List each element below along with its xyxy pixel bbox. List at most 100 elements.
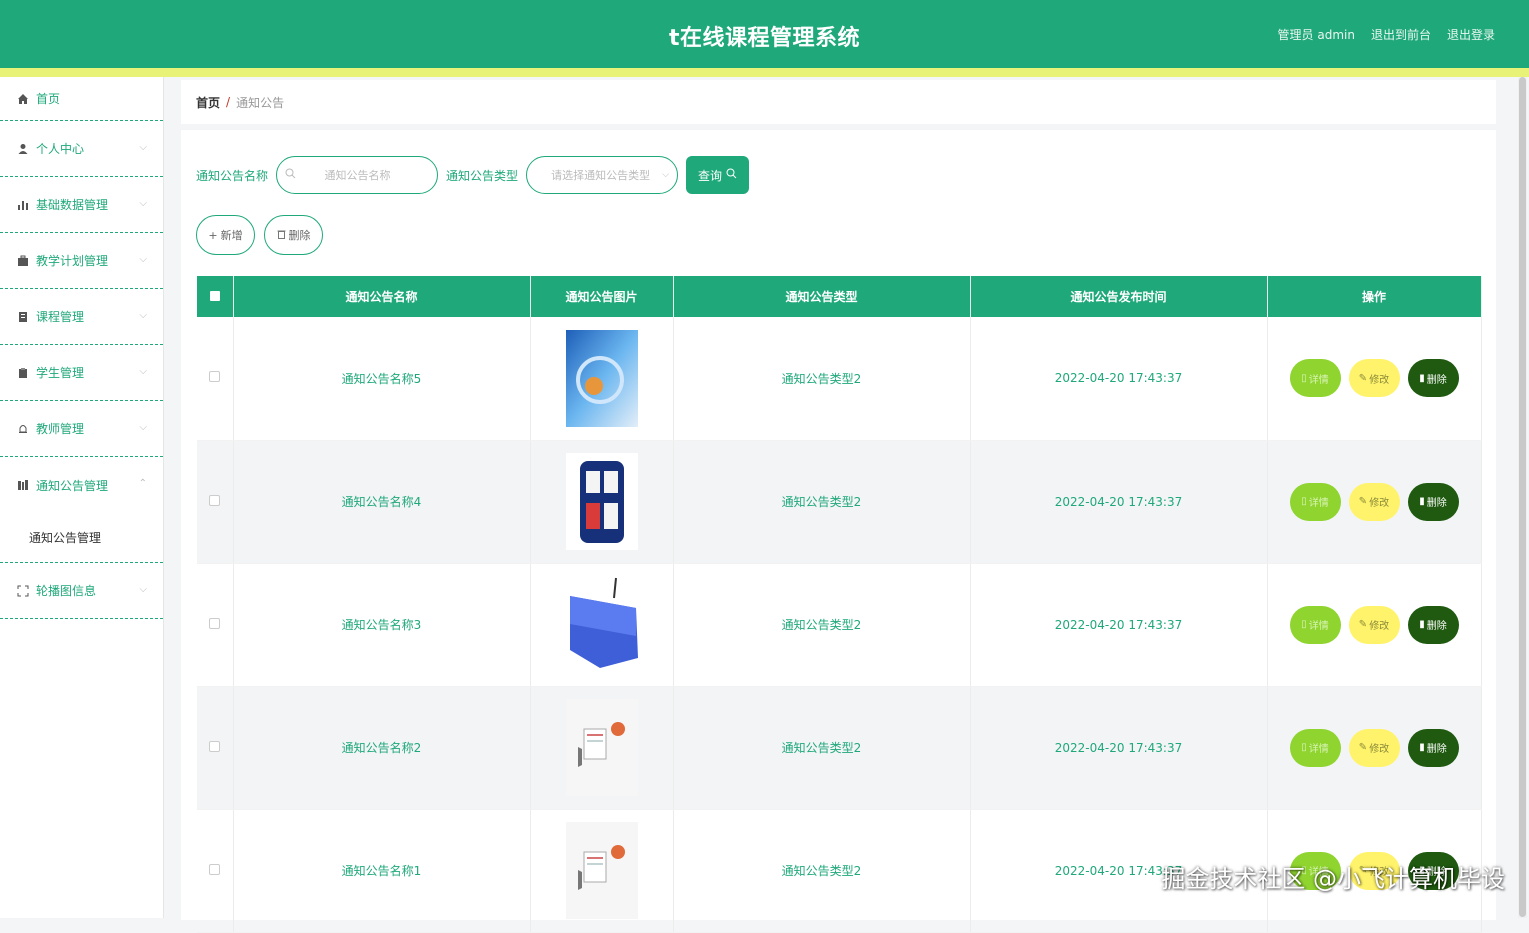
row-delete-button[interactable]: ▮删除 bbox=[1408, 483, 1459, 521]
row-delete-button-label: 删除 bbox=[1427, 617, 1447, 632]
row-checkbox[interactable] bbox=[197, 317, 233, 440]
document-icon bbox=[17, 311, 29, 323]
row-checkbox[interactable] bbox=[197, 686, 233, 809]
sidebar-item-basic-data[interactable]: 基础数据管理 ⌵ bbox=[0, 177, 163, 233]
sidebar-item-profile[interactable]: 个人中心 ⌵ bbox=[0, 121, 163, 177]
breadcrumb-current: 通知公告 bbox=[236, 94, 284, 111]
chevron-up-icon: ⌃ bbox=[139, 478, 147, 489]
cell-image bbox=[530, 686, 673, 809]
row-delete-button-label: 删除 bbox=[1427, 371, 1447, 386]
chevron-down-icon: ⌵ bbox=[139, 422, 147, 433]
detail-icon: ▯ bbox=[1301, 619, 1307, 630]
edit-icon: ✎ bbox=[1359, 742, 1367, 753]
table-row: 通知公告名称3 通知公告类型2 2022-04-20 17:43:37 ▯详情 … bbox=[197, 563, 1481, 686]
back-to-front-link[interactable]: 退出到前台 bbox=[1371, 26, 1431, 43]
notice-name-placeholder: 通知公告名称 bbox=[296, 167, 437, 183]
cell-type: 通知公告类型2 bbox=[673, 563, 970, 686]
edit-button-label: 修改 bbox=[1369, 494, 1389, 509]
edit-button[interactable]: ✎修改 bbox=[1349, 729, 1400, 767]
briefcase-icon bbox=[17, 255, 29, 267]
detail-button[interactable]: ▯详情 bbox=[1290, 606, 1341, 644]
cell-type: 通知公告类型2 bbox=[673, 686, 970, 809]
edit-button-label: 修改 bbox=[1369, 740, 1389, 755]
admin-user-label: 管理员 admin bbox=[1278, 26, 1355, 43]
cell-type: 通知公告类型2 bbox=[673, 809, 970, 932]
sidebar-item-carousel[interactable]: 轮播图信息 ⌵ bbox=[0, 563, 163, 619]
sidebar-item-courses[interactable]: 课程管理 ⌵ bbox=[0, 289, 163, 345]
detail-button[interactable]: ▯详情 bbox=[1290, 729, 1341, 767]
cell-time: 2022-04-20 17:43:37 bbox=[970, 317, 1267, 440]
sidebar-item-label: 个人中心 bbox=[36, 140, 84, 157]
cell-type: 通知公告类型2 bbox=[673, 317, 970, 440]
add-button[interactable]: + 新增 bbox=[196, 215, 255, 255]
table-row: 通知公告名称2 通知公告类型2 2022-04-20 17:43:37 bbox=[197, 686, 1481, 809]
edit-icon: ✎ bbox=[1359, 619, 1367, 630]
edit-button-label: 修改 bbox=[1369, 371, 1389, 386]
trash-icon: ▮ bbox=[1419, 742, 1425, 753]
chevron-down-icon: ⌵ bbox=[139, 584, 147, 595]
row-checkbox[interactable] bbox=[197, 563, 233, 686]
logout-link[interactable]: 退出登录 bbox=[1447, 26, 1495, 43]
search-icon bbox=[285, 168, 296, 182]
column-header-type: 通知公告类型 bbox=[673, 276, 970, 317]
trash-icon: ▮ bbox=[1419, 619, 1425, 630]
clipboard-icon bbox=[17, 367, 29, 379]
query-button[interactable]: 查询 bbox=[686, 156, 749, 194]
notice-name-label: 通知公告名称 bbox=[196, 167, 268, 184]
submenu-notice-management[interactable]: 通知公告管理 bbox=[0, 513, 163, 563]
cell-name: 通知公告名称1 bbox=[233, 809, 530, 932]
sidebar-item-label: 教师管理 bbox=[36, 420, 84, 437]
detail-button[interactable]: ▯详情 bbox=[1290, 483, 1341, 521]
sidebar-item-label: 通知公告管理 bbox=[36, 477, 108, 494]
user-icon bbox=[17, 143, 29, 155]
table-row: 通知公告名称4 通知公告类型2 2022-04-20 17:43:37 ▯详情 … bbox=[197, 440, 1481, 563]
scrollbar-thumb[interactable] bbox=[1519, 77, 1526, 917]
notice-type-placeholder: 请选择通知公告类型 bbox=[539, 167, 662, 183]
sidebar-item-teaching-plan[interactable]: 教学计划管理 ⌵ bbox=[0, 233, 163, 289]
detail-button-label: 详情 bbox=[1309, 617, 1329, 632]
edit-button[interactable]: ✎修改 bbox=[1349, 483, 1400, 521]
breadcrumb-home[interactable]: 首页 bbox=[196, 94, 220, 111]
edit-button[interactable]: ✎修改 bbox=[1349, 606, 1400, 644]
notice-image-thumbnail bbox=[566, 822, 638, 919]
detail-button[interactable]: ▯详情 bbox=[1290, 359, 1341, 397]
row-delete-button-label: 删除 bbox=[1427, 740, 1447, 755]
bar-chart-icon bbox=[17, 199, 29, 211]
sidebar-item-teachers[interactable]: 教师管理 ⌵ bbox=[0, 401, 163, 457]
top-bar: t在线课程管理系统 管理员 admin 退出到前台 退出登录 bbox=[0, 0, 1529, 68]
sidebar-item-students[interactable]: 学生管理 ⌵ bbox=[0, 345, 163, 401]
column-header-actions: 操作 bbox=[1267, 276, 1481, 317]
column-header-name: 通知公告名称 bbox=[233, 276, 530, 317]
sidebar: 首页 个人中心 ⌵ 基础数据管理 ⌵ 教学计划管理 ⌵ 课程管理 ⌵ 学生管理 … bbox=[0, 77, 164, 918]
row-delete-button[interactable]: ▮删除 bbox=[1408, 729, 1459, 767]
sidebar-item-home[interactable]: 首页 bbox=[0, 77, 163, 121]
row-delete-button[interactable]: ▮删除 bbox=[1408, 606, 1459, 644]
delete-button[interactable]: 删除 bbox=[264, 215, 323, 255]
notice-name-input[interactable]: 通知公告名称 bbox=[276, 156, 438, 194]
sidebar-item-label: 学生管理 bbox=[36, 364, 84, 381]
detail-icon: ▯ bbox=[1301, 742, 1307, 753]
edit-icon: ✎ bbox=[1359, 373, 1367, 384]
chevron-down-icon: ⌵ bbox=[139, 142, 147, 153]
cell-name: 通知公告名称3 bbox=[233, 563, 530, 686]
trash-icon: ▮ bbox=[1419, 496, 1425, 507]
cell-name: 通知公告名称5 bbox=[233, 317, 530, 440]
cell-type: 通知公告类型2 bbox=[673, 440, 970, 563]
notice-type-select[interactable]: 请选择通知公告类型 ⌵ bbox=[526, 156, 678, 194]
fullscreen-icon bbox=[17, 585, 29, 597]
search-icon bbox=[726, 168, 737, 182]
trash-icon bbox=[277, 229, 286, 242]
sidebar-item-notices[interactable]: 通知公告管理 ⌃ bbox=[0, 457, 163, 513]
select-all-checkbox[interactable] bbox=[197, 276, 233, 317]
query-button-label: 查询 bbox=[698, 167, 722, 184]
row-checkbox[interactable] bbox=[197, 440, 233, 563]
cell-image bbox=[530, 317, 673, 440]
row-delete-button[interactable]: ▮删除 bbox=[1408, 359, 1459, 397]
row-checkbox[interactable] bbox=[197, 809, 233, 932]
edit-button[interactable]: ✎修改 bbox=[1349, 359, 1400, 397]
page-scrollbar[interactable] bbox=[1518, 77, 1527, 918]
chevron-down-icon: ⌵ bbox=[139, 366, 147, 377]
cell-time: 2022-04-20 17:43:37 bbox=[970, 686, 1267, 809]
notice-image-thumbnail bbox=[566, 330, 638, 427]
action-bar: + 新增 删除 bbox=[196, 215, 323, 255]
